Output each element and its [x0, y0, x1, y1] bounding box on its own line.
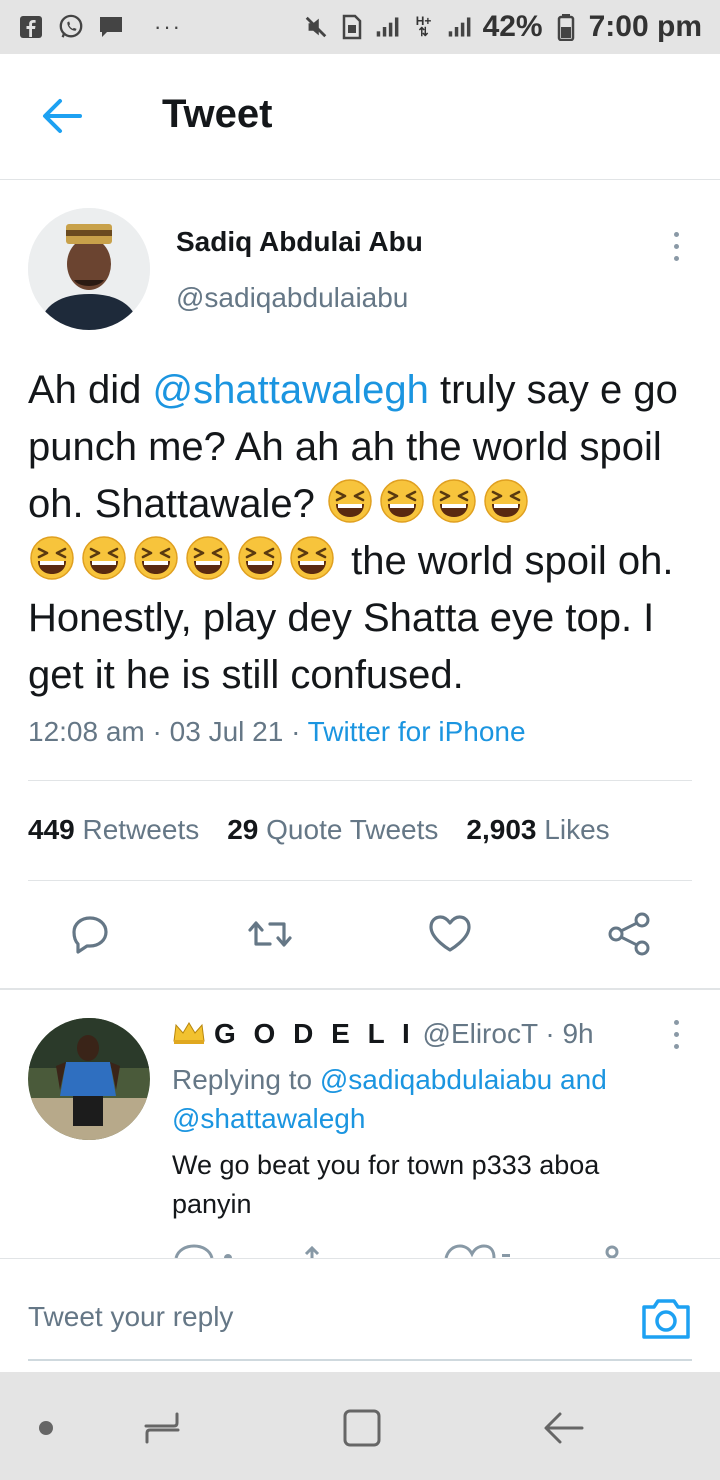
laughing-emoji-icon [132, 534, 180, 582]
laughing-emoji-icon [288, 534, 336, 582]
quote-tweets-label: Quote Tweets [266, 814, 439, 845]
quote-tweets-stat[interactable]: 29 Quote Tweets [227, 814, 438, 846]
reply-display-name: G O D E L I [214, 1018, 415, 1049]
tweet-stats: 449 Retweets 29 Quote Tweets 2,903 Likes [28, 814, 610, 846]
author-avatar[interactable] [28, 208, 150, 330]
reply-more-options-icon[interactable] [666, 1020, 686, 1049]
laughing-emoji-icon [482, 477, 530, 525]
tweet-time: 12:08 am [28, 716, 145, 747]
laughing-emoji-icon [80, 534, 128, 582]
nav-back-icon[interactable] [542, 1406, 586, 1450]
retweet-icon[interactable] [246, 910, 294, 958]
likes-label: Likes [544, 814, 610, 845]
reply-actions-partial [172, 1244, 672, 1258]
signal-icon-2 [447, 14, 473, 40]
tweet-meta: 12:08 am · 03 Jul 21 · Twitter for iPhon… [28, 716, 526, 748]
tweet-actions [0, 900, 720, 970]
retweets-count: 449 [28, 814, 75, 845]
author-handle[interactable]: @sadiqabdulaiabu [176, 282, 408, 314]
crown-emoji-icon [172, 1020, 206, 1044]
home-icon[interactable] [340, 1406, 384, 1450]
replying-prefix: Replying to [172, 1064, 320, 1095]
retweets-stat[interactable]: 449 Retweets [28, 814, 199, 846]
more-notifications-icon: ··· [154, 14, 182, 39]
laughing-emoji-icon [430, 477, 478, 525]
clock: 7:00 pm [588, 10, 702, 43]
replying-mention-link[interactable]: @shattawalegh [172, 1103, 365, 1134]
tweet-more-options-icon[interactable] [666, 232, 686, 261]
recent-apps-icon[interactable] [140, 1406, 184, 1450]
ht-signal-icon: H+ ⇅ [415, 14, 432, 39]
reply-compose-bar: Tweet your reply [0, 1258, 720, 1372]
laughing-emoji-icon [236, 534, 284, 582]
facebook-icon [18, 14, 44, 40]
likes-count: 2,903 [466, 814, 537, 845]
battery-icon [553, 14, 579, 41]
tweet-text-part: Ah did [28, 368, 153, 412]
reply-input[interactable]: Tweet your reply [28, 1301, 233, 1333]
back-arrow-icon[interactable] [40, 96, 84, 136]
battery-percent: 42% [482, 10, 543, 43]
reply-icon[interactable] [66, 910, 114, 958]
status-bar: ··· H+ ⇅ 42% 7:00 pm [0, 0, 720, 54]
laughing-emoji-icon [326, 477, 374, 525]
tweet-mention-link[interactable]: @shattawalegh [153, 368, 429, 412]
laughing-emoji-icon [378, 477, 426, 525]
section-divider [0, 988, 720, 990]
meta-separator: · [152, 716, 162, 747]
message-icon [98, 14, 124, 40]
laughing-emoji-icon [28, 534, 76, 582]
retweets-label: Retweets [82, 814, 200, 845]
top-app-bar: Tweet [0, 54, 720, 180]
laughing-emoji-icon [184, 534, 232, 582]
replying-to: Replying to @sadiqabdulaiabu and @shatta… [172, 1060, 672, 1138]
reply-age: · 9h [545, 1018, 594, 1049]
tweet-date: 03 Jul 21 [169, 716, 284, 747]
dot-indicator-icon[interactable] [24, 1406, 68, 1450]
system-navigation-bar [0, 1372, 720, 1480]
tweet-text: Ah did @shattawalegh truly say e go punc… [28, 362, 700, 704]
replying-mention-link[interactable]: @sadiqabdulaiabu [320, 1064, 552, 1095]
compose-underline [28, 1359, 692, 1361]
reply-text: We go beat you for town p333 aboa panyin [172, 1150, 600, 1219]
reply-handle: @ElirocT [422, 1018, 538, 1049]
divider [28, 780, 692, 781]
reply-author-line[interactable]: G O D E L I @ElirocT · 9h [172, 1018, 594, 1050]
whatsapp-icon [58, 14, 84, 40]
meta-separator: · [291, 716, 301, 747]
author-name[interactable]: Sadiq Abdulai Abu [176, 226, 423, 258]
replying-and: and [552, 1064, 607, 1095]
share-icon[interactable] [606, 910, 654, 958]
camera-icon[interactable] [640, 1295, 692, 1341]
page-title: Tweet [162, 92, 273, 136]
likes-stat[interactable]: 2,903 Likes [466, 814, 609, 846]
sim-icon [339, 14, 365, 40]
quote-tweets-count: 29 [227, 814, 259, 845]
reply-author-avatar[interactable] [28, 1018, 150, 1140]
divider [28, 880, 692, 881]
signal-icon [375, 14, 401, 40]
like-heart-icon[interactable] [426, 910, 474, 958]
tweet-source-link[interactable]: Twitter for iPhone [308, 716, 526, 747]
mute-icon [303, 14, 329, 40]
